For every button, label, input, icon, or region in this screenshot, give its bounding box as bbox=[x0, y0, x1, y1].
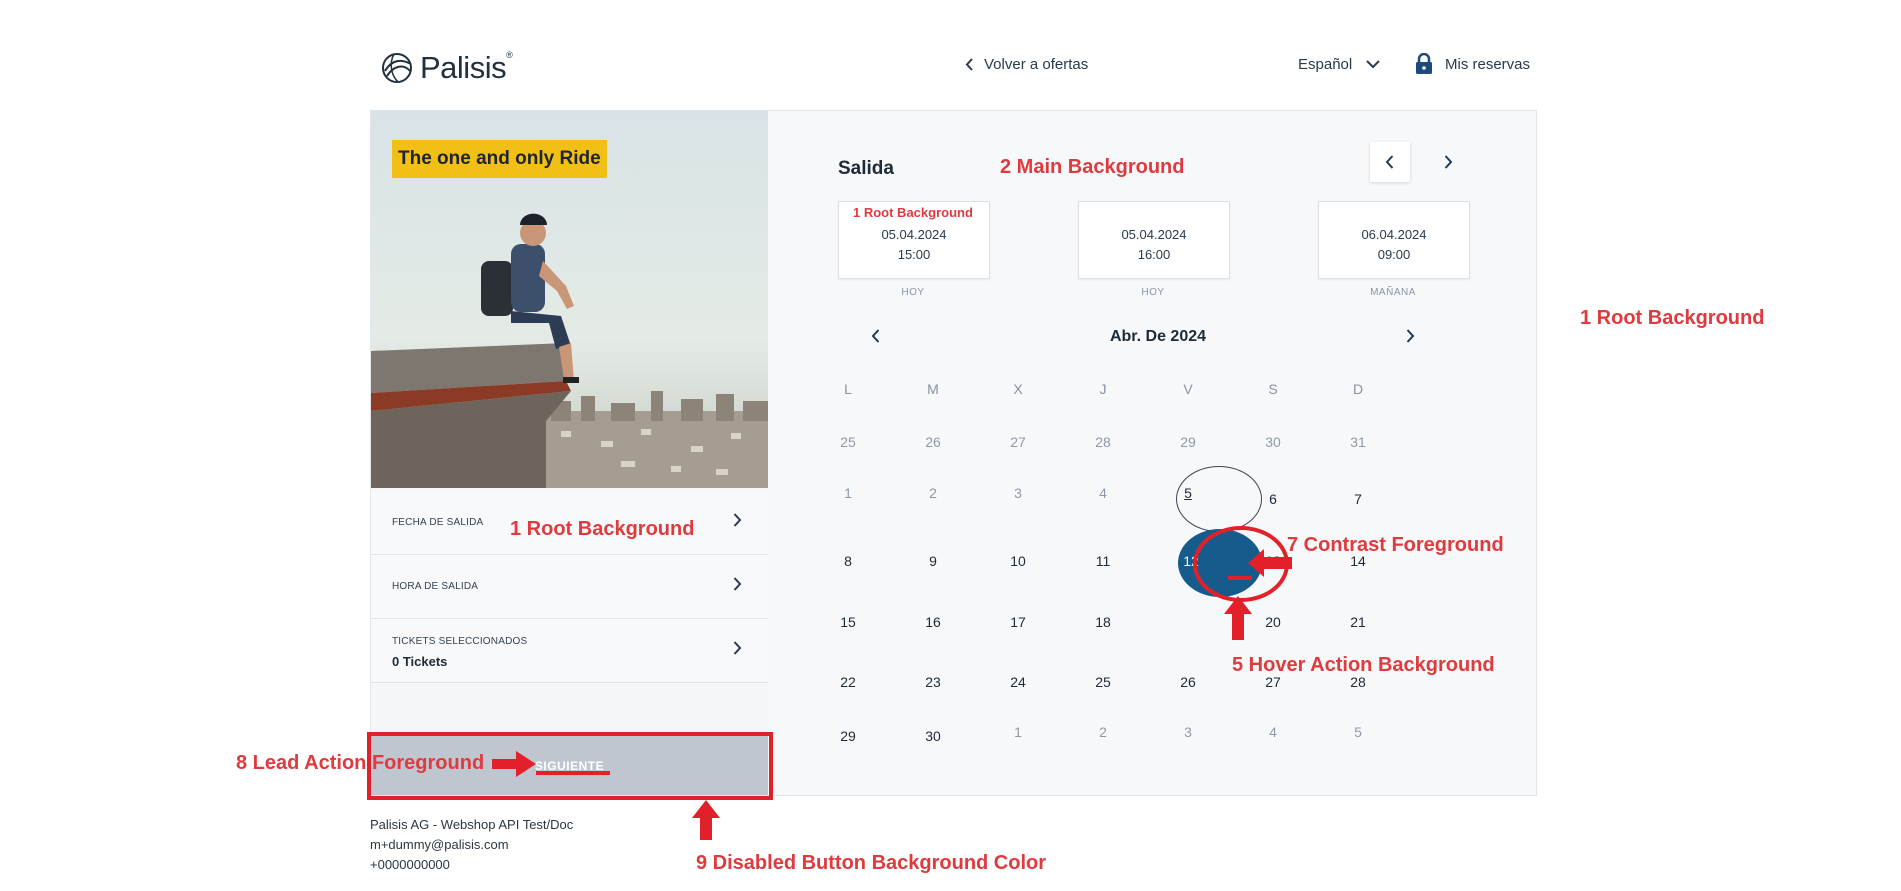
arrow-contrast-shaft bbox=[1262, 557, 1292, 569]
arrow-lead-head bbox=[516, 751, 536, 777]
arrow-contrast-head bbox=[1248, 549, 1264, 577]
underline-siguiente bbox=[536, 771, 610, 775]
arrow-hover-head bbox=[1224, 596, 1252, 614]
arrow-disabled-shaft bbox=[700, 816, 712, 840]
arrow-lead-shaft bbox=[492, 759, 518, 769]
arrow-hover-shaft bbox=[1232, 612, 1244, 640]
annotation-arrows bbox=[492, 549, 1292, 840]
arrow-disabled-head bbox=[692, 800, 720, 818]
underline-day-12 bbox=[1228, 576, 1252, 580]
